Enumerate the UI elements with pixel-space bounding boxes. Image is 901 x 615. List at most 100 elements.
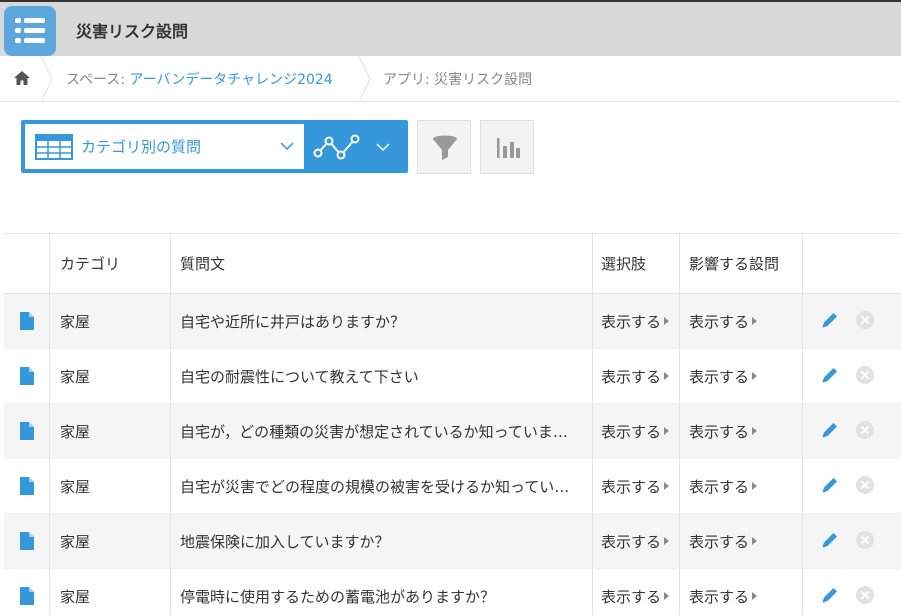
category-cell: 家屋: [50, 514, 171, 568]
header-question[interactable]: 質問文: [171, 234, 593, 293]
arrow-right-icon: [664, 592, 670, 600]
question-cell: 停電時に使用するための蓄電池がありますか？: [171, 569, 593, 615]
choices-cell[interactable]: 表示する: [593, 514, 680, 568]
arrow-right-icon: [752, 317, 758, 325]
chevron-down-icon[interactable]: [375, 139, 391, 155]
delete-icon[interactable]: [856, 476, 874, 494]
pencil-icon[interactable]: [820, 420, 840, 440]
row-detail-cell: [4, 514, 50, 568]
actions-cell: [803, 459, 901, 513]
row-detail-cell: [4, 404, 50, 458]
pencil-icon[interactable]: [820, 585, 840, 605]
table-row: 家屋 停電時に使用するための蓄電池がありますか？ 表示する 表示する: [4, 569, 901, 615]
row-detail-cell: [4, 349, 50, 403]
question-cell: 地震保険に加入していますか？: [171, 514, 593, 568]
actions-cell: [803, 349, 901, 403]
arrow-right-icon: [752, 592, 758, 600]
actions-cell: [803, 569, 901, 615]
row-detail-cell: [4, 294, 50, 348]
category-value: 家屋: [60, 477, 91, 496]
document-icon[interactable]: [19, 312, 34, 330]
actions-cell: [803, 404, 901, 458]
pencil-icon[interactable]: [820, 475, 840, 495]
breadcrumb-app-prefix: アプリ:: [383, 72, 435, 88]
category-cell: 家屋: [50, 459, 171, 513]
table-row: 家屋 自宅が災害でどの程度の規模の被害を受けるか知っていますか？ 表示する 表示…: [4, 459, 901, 514]
affects-cell[interactable]: 表示する: [680, 569, 803, 615]
choices-cell[interactable]: 表示する: [593, 294, 680, 348]
delete-icon[interactable]: [856, 421, 874, 439]
arrow-right-icon: [664, 427, 670, 435]
affects-cell[interactable]: 表示する: [680, 514, 803, 568]
delete-icon[interactable]: [856, 531, 874, 549]
document-icon[interactable]: [19, 532, 34, 550]
affects-cell[interactable]: 表示する: [680, 459, 803, 513]
bar-chart-icon: [497, 138, 520, 158]
delete-icon[interactable]: [856, 311, 874, 329]
arrow-right-icon: [752, 537, 758, 545]
choices-cell[interactable]: 表示する: [593, 569, 680, 615]
affects-value: 表示する: [689, 312, 750, 331]
chart-button[interactable]: [480, 120, 534, 174]
question-cell: 自宅が，どの種類の災害が想定されているか知っていますか？: [171, 404, 593, 458]
breadcrumb-app: アプリ: 災害リスク設問: [383, 69, 532, 89]
category-cell: 家屋: [50, 404, 171, 458]
arrow-right-icon: [752, 372, 758, 380]
affects-value: 表示する: [689, 422, 750, 441]
category-value: 家屋: [60, 367, 91, 386]
category-value: 家屋: [60, 532, 91, 551]
view-dropdown[interactable]: カテゴリ別の質問: [25, 124, 304, 169]
choices-cell[interactable]: 表示する: [593, 459, 680, 513]
breadcrumb-separator-icon: [40, 56, 53, 102]
table-row: 家屋 自宅が，どの種類の災害が想定されているか知っていますか？ 表示する 表示す…: [4, 404, 901, 459]
header-affects[interactable]: 影響する設問: [680, 234, 803, 293]
list-icon[interactable]: [4, 6, 56, 56]
category-cell: 家屋: [50, 349, 171, 403]
question-cell: 自宅の耐震性について教えて下さい: [171, 349, 593, 403]
arrow-right-icon: [664, 537, 670, 545]
question-cell: 自宅や近所に井戸はありますか？: [171, 294, 593, 348]
affects-cell[interactable]: 表示する: [680, 404, 803, 458]
pencil-icon[interactable]: [820, 310, 840, 330]
affects-cell[interactable]: 表示する: [680, 349, 803, 403]
header-category[interactable]: カテゴリ: [50, 234, 171, 293]
category-cell: 家屋: [50, 294, 171, 348]
home-icon[interactable]: [12, 68, 32, 88]
document-icon[interactable]: [19, 422, 34, 440]
document-icon[interactable]: [19, 587, 34, 605]
arrow-right-icon: [664, 317, 670, 325]
table-row: 家屋 自宅の耐震性について教えて下さい 表示する 表示する: [4, 349, 901, 404]
delete-icon[interactable]: [856, 586, 874, 604]
question-value: 地震保険に加入していますか？: [180, 532, 390, 551]
table-header-row: カテゴリ 質問文 選択肢 影響する設問: [4, 233, 901, 294]
affects-value: 表示する: [689, 367, 750, 386]
affects-cell[interactable]: 表示する: [680, 294, 803, 348]
row-detail-cell: [4, 459, 50, 513]
document-icon[interactable]: [19, 367, 34, 385]
record-table: カテゴリ 質問文 選択肢 影響する設問 家屋 自宅や近所に井戸はありますか？ 表…: [4, 233, 901, 615]
question-cell: 自宅が災害でどの程度の規模の被害を受けるか知っていますか？: [171, 459, 593, 513]
breadcrumb-space[interactable]: スペース: アーバンデータチャレンジ2024: [66, 69, 333, 89]
app-title: 災害リスク設問: [76, 22, 189, 41]
breadcrumb: スペース: アーバンデータチャレンジ2024 アプリ: 災害リスク設問: [0, 56, 901, 102]
delete-icon[interactable]: [856, 366, 874, 384]
question-value: 自宅が災害でどの程度の規模の被害を受けるか知っていますか？: [180, 477, 580, 496]
choices-cell[interactable]: 表示する: [593, 404, 680, 458]
choices-cell[interactable]: 表示する: [593, 349, 680, 403]
graph-icon[interactable]: [313, 131, 361, 163]
breadcrumb-app-name: 災害リスク設問: [434, 72, 533, 88]
choices-value: 表示する: [601, 422, 662, 441]
actions-cell: [803, 514, 901, 568]
app-header: 災害リスク設問: [0, 0, 901, 56]
category-value: 家屋: [60, 312, 91, 331]
breadcrumb-space-link[interactable]: アーバンデータチャレンジ2024: [130, 72, 333, 88]
pencil-icon[interactable]: [820, 365, 840, 385]
filter-button[interactable]: [417, 120, 471, 174]
document-icon[interactable]: [19, 477, 34, 495]
pencil-icon[interactable]: [820, 530, 840, 550]
view-name: カテゴリ別の質問: [81, 138, 202, 156]
table-row: 家屋 自宅や近所に井戸はありますか？ 表示する 表示する: [4, 294, 901, 349]
choices-value: 表示する: [601, 312, 662, 331]
header-choices[interactable]: 選択肢: [593, 234, 680, 293]
choices-value: 表示する: [601, 367, 662, 386]
